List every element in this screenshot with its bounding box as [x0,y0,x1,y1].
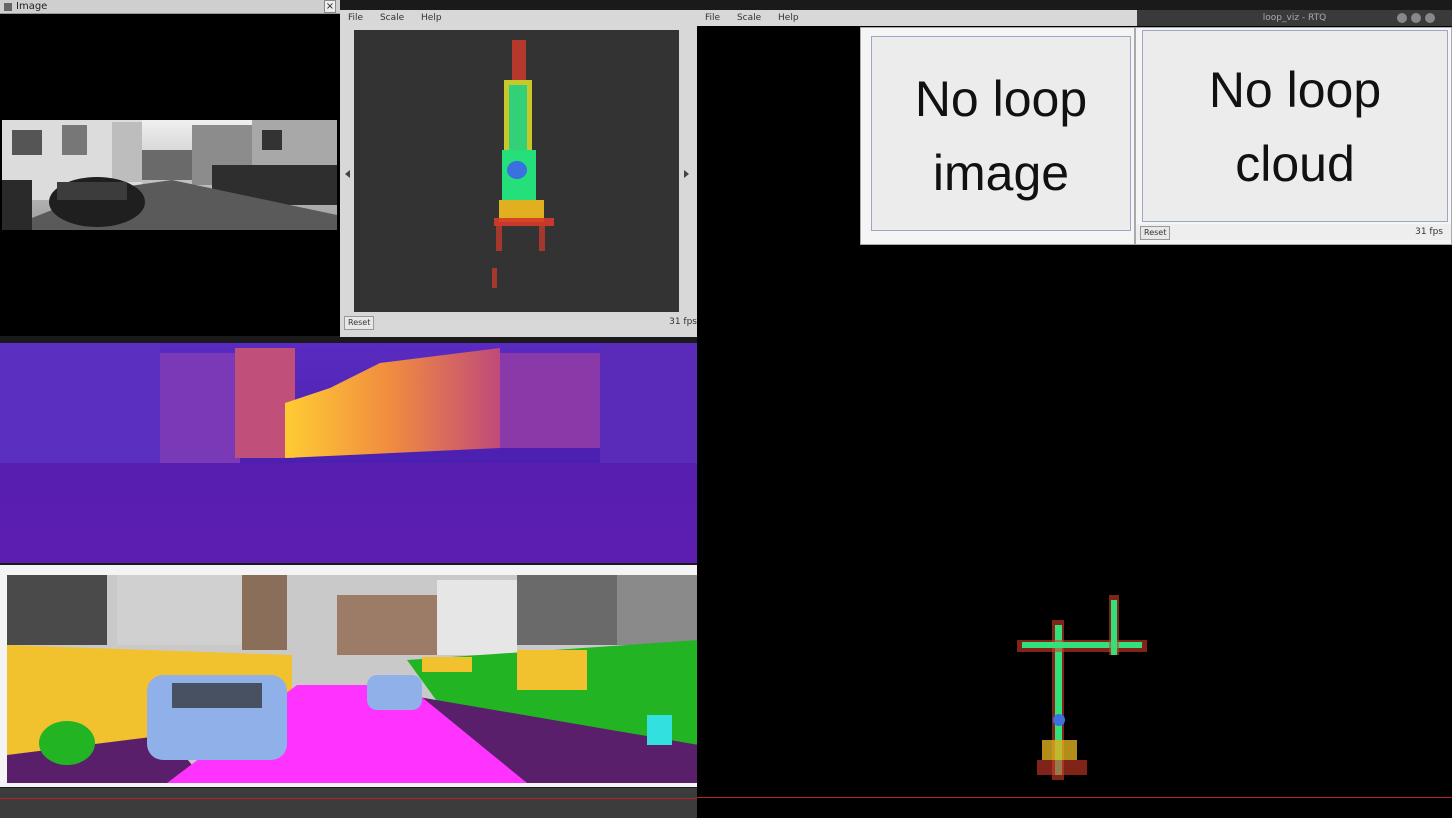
close-icon-right[interactable] [1425,13,1435,23]
left-handle-icon[interactable] [345,170,350,178]
menu-scale-2[interactable]: Scale [737,13,761,23]
minimize-icon[interactable] [1397,13,1407,23]
no-loop-image-line1: No loop [914,71,1088,127]
menu-scale[interactable]: Scale [380,13,404,23]
window-title-right: loop_viz - RTQ [1262,13,1327,23]
no-loop-image-window: No loop image [860,27,1135,245]
bottom-strip [0,788,697,818]
viewer-menubar: File Scale Help [340,10,705,26]
point-cloud-canvas[interactable] [354,30,679,312]
trajectory-path [1017,595,1147,780]
no-loop-cloud-window: No loop cloud Reset 31 fps [1135,27,1452,245]
cloud-fps-readout: 31 fps [1415,227,1443,237]
menu-file-2[interactable]: File [705,13,720,23]
image-window-title: Image [16,1,48,12]
no-loop-cloud-line2: cloud [1235,136,1355,192]
bottom-divider [697,797,1452,798]
menu-help-2[interactable]: Help [778,13,799,23]
maximize-icon[interactable] [1411,13,1421,23]
semantic-segmentation-image [7,575,699,783]
no-loop-image-panel: No loop image [871,36,1131,231]
trajectory-cloud[interactable] [997,570,1177,800]
bottom-strip-line [0,798,697,799]
no-loop-cloud-panel: No loop cloud [1142,30,1448,222]
loop-viewer-menubar: File Scale Help [697,10,1137,26]
no-loop-cloud-line1: No loop [1208,62,1382,118]
viewer-statusbar: Reset 31 fps [340,314,705,330]
depth-map-image [0,343,705,563]
window-controls [1397,13,1447,23]
right-handle-icon[interactable] [684,170,689,178]
image-window-titlebar[interactable]: Image × [0,0,340,14]
window-icon [4,3,12,11]
image-window: Image × [0,0,340,336]
close-icon[interactable]: × [324,0,336,13]
menu-help[interactable]: Help [421,13,442,23]
reset-button[interactable]: Reset [344,316,375,330]
fps-readout: 31 fps [669,317,697,327]
cloud-reset-button[interactable]: Reset [1140,226,1171,240]
point-cloud-viewer: File Scale Help Reset 31 fps [340,10,705,337]
cloud-statusbar: Reset 31 fps [1136,224,1451,240]
menu-file[interactable]: File [348,13,363,23]
camera-grayscale-image [2,120,337,230]
no-loop-image-line2: image [932,145,1070,201]
